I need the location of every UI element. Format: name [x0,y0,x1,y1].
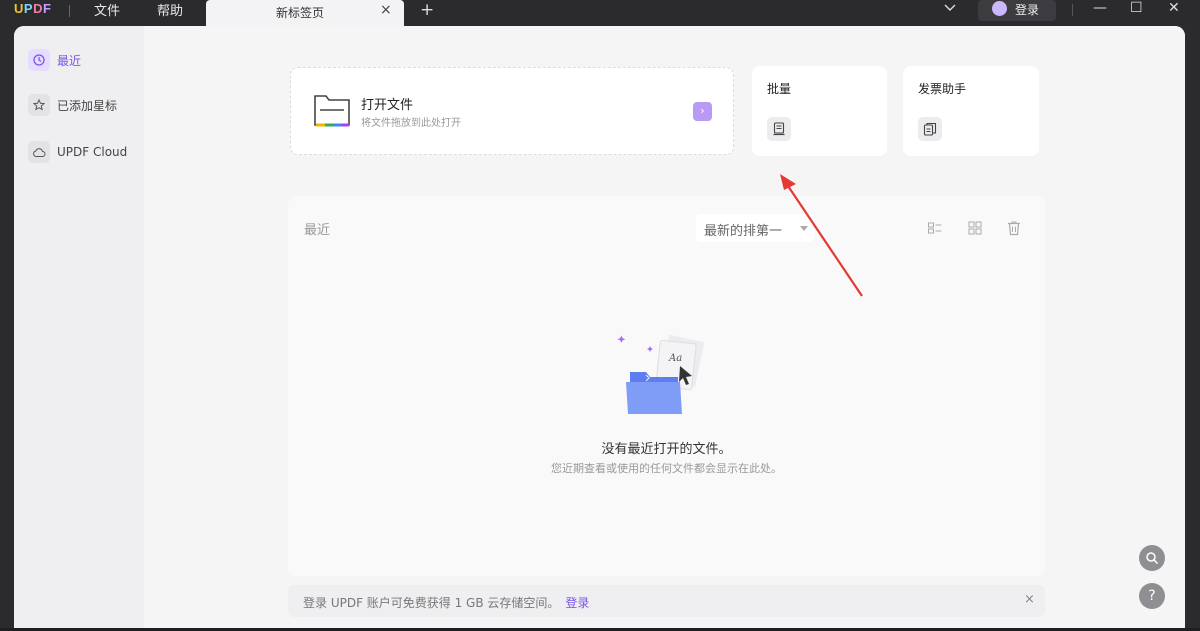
grid-view-icon[interactable] [967,220,983,236]
invoice-card[interactable]: 发票助手 [903,66,1039,156]
batch-title: 批量 [767,82,792,96]
cloud-storage-banner: 登录 UPDF 账户可免费获得 1 GB 云存储空间。 登录 × [288,585,1045,617]
batch-card[interactable]: 批量 [752,66,887,156]
open-file-card[interactable]: 打开文件 将文件拖放到此处打开 › [290,67,734,155]
search-icon [1146,552,1159,565]
main-window: 最近 已添加星标 UPDF Cloud 打开文件 将文件拖放到此处打开 › 批量… [14,26,1185,628]
svg-text:Aa: Aa [668,353,682,364]
help-icon: ? [1148,588,1156,604]
search-button[interactable] [1139,545,1165,571]
invoice-title: 发票助手 [918,82,967,96]
sidebar-item-label: 已添加星标 [57,98,118,113]
list-view-icon[interactable] [927,220,943,236]
cloud-icon [28,141,50,163]
avatar-icon [992,1,1007,16]
menu-help[interactable]: 帮助 [157,0,183,19]
trash-icon[interactable] [1006,220,1022,236]
chevron-down-icon[interactable] [944,3,956,13]
banner-login-link[interactable]: 登录 [565,596,589,610]
recent-panel: 最近 最新的排第一 Aa 没有最近打开的文件。 您近期查看或使用的任何文件都会显… [288,196,1045,576]
tab-new[interactable]: 新标签页 × [206,0,404,26]
folder-icon [314,95,350,127]
maximize-button[interactable]: ☐ [1130,0,1143,16]
recent-label: 最近 [304,223,331,238]
sidebar-item-label: UPDF Cloud [57,145,128,159]
open-file-title: 打开文件 [361,98,414,113]
open-file-subtitle: 将文件拖放到此处打开 [361,118,461,129]
sidebar: 最近 已添加星标 UPDF Cloud [14,26,144,628]
empty-subtitle: 您近期查看或使用的任何文件都会显示在此处。 [551,462,782,475]
banner-close-icon[interactable]: × [1024,592,1035,607]
login-button[interactable]: 登录 [978,0,1056,21]
banner-text: 登录 UPDF 账户可免费获得 1 GB 云存储空间。 登录 [303,594,589,611]
content-area: 打开文件 将文件拖放到此处打开 › 批量 发票助手 最近 最新的排第一 Aa 没… [144,26,1185,628]
window-separator [1072,4,1073,16]
new-tab-button[interactable]: + [420,0,434,20]
help-button[interactable]: ? [1139,583,1165,609]
minimize-button[interactable]: — [1093,0,1107,16]
menu-file[interactable]: 文件 [94,0,120,19]
updf-logo: UPDF [14,1,52,16]
sidebar-item-label: 最近 [57,53,82,68]
stack-document-icon [767,117,791,141]
star-icon [28,94,50,116]
empty-title: 没有最近打开的文件。 [601,442,732,457]
banner-message: 登录 UPDF 账户可免费获得 1 GB 云存储空间。 [303,596,560,610]
sidebar-item-cloud[interactable]: UPDF Cloud [28,140,127,164]
sidebar-item-starred[interactable]: 已添加星标 [28,93,117,117]
invoice-icon [918,117,942,141]
login-label: 登录 [1015,3,1040,17]
clock-icon [28,49,50,71]
empty-folder-illustration-icon: Aa [617,335,705,414]
close-window-button[interactable]: ✕ [1168,0,1180,16]
sidebar-item-recent[interactable]: 最近 [28,48,81,72]
annotation-arrow-icon [780,174,863,297]
tab-close-icon[interactable]: × [380,2,392,18]
title-bar: UPDF 文件 帮助 新标签页 × + 登录 — ☐ ✕ [0,0,1200,26]
open-file-arrow-button[interactable]: › [693,102,712,121]
tab-title: 新标签页 [276,6,325,20]
title-separator [69,5,70,17]
